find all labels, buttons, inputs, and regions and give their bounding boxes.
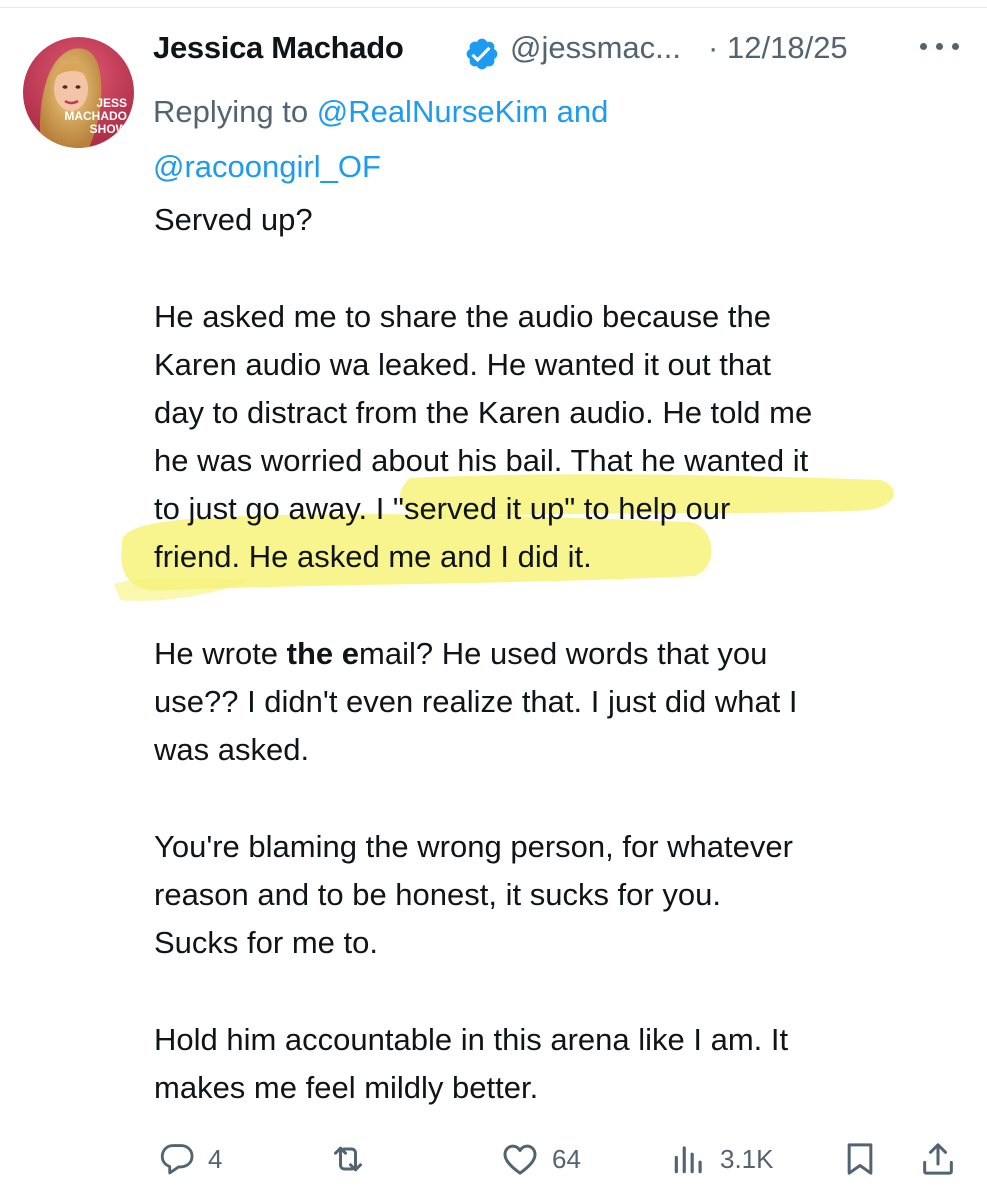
tweet-line: Hold him accountable in this arena like … — [154, 1022, 789, 1057]
tweet-paragraph: He wrote the email? He used words that y… — [154, 630, 969, 774]
tweet-paragraph: You're blaming the wrong person, for wha… — [154, 823, 969, 967]
views-count: 3.1K — [720, 1143, 774, 1174]
reply-count: 4 — [208, 1143, 223, 1174]
tweet-line: friend. He asked me and I did it. — [154, 539, 592, 574]
tweet-line: to just go away. I "served it up" to hel… — [154, 491, 731, 526]
tweet-text: He wrote — [154, 636, 287, 671]
mention-link[interactable]: @racoongirl_OF — [153, 149, 381, 184]
tweet-line: use?? I didn't even realize that. I just… — [154, 684, 798, 719]
like-count: 64 — [552, 1143, 581, 1174]
repost-button[interactable] — [328, 1134, 368, 1184]
action-bar: 4 64 3.1K — [0, 1134, 987, 1184]
views-button[interactable]: 3.1K — [670, 1134, 774, 1184]
avatar-text-3: SHOW — [90, 122, 128, 136]
tweet-line: He asked me to share the audio because t… — [154, 299, 771, 334]
share-button[interactable] — [918, 1134, 958, 1184]
tweet-line: day to distract from the Karen audio. He… — [154, 395, 813, 430]
reply-button[interactable]: 4 — [158, 1134, 222, 1184]
avatar-text-2: MACHADO — [64, 109, 127, 123]
share-icon — [918, 1139, 958, 1179]
verified-badge-icon[interactable] — [464, 36, 500, 72]
more-horizontal-icon[interactable] — [920, 40, 964, 54]
tweet-line: Sucks for me to. — [154, 925, 378, 960]
tweet-line: he was worried about his bail. That he w… — [154, 443, 809, 478]
avatar-image: JESS MACHADO SHOW — [23, 37, 134, 148]
tweet-header: Jessica Machado @jessmac... · 12/18/25 — [153, 28, 953, 80]
bookmark-button[interactable] — [840, 1134, 880, 1184]
author-name[interactable]: Jessica Machado — [153, 30, 404, 66]
tweet-line: was asked. — [154, 732, 310, 767]
tweet-line: You're blaming the wrong person, for wha… — [154, 829, 793, 864]
author-handle[interactable]: @jessmac... — [510, 30, 681, 66]
top-divider — [0, 7, 987, 8]
repost-icon — [328, 1139, 368, 1179]
replying-conjunction: and — [548, 94, 609, 129]
tweet-text: mail? He used words that you — [359, 636, 768, 671]
mention-link[interactable]: @RealNurseKim — [317, 94, 548, 129]
reply-icon — [158, 1140, 196, 1178]
bookmark-icon — [840, 1139, 880, 1179]
avatar-text-1: JESS — [96, 96, 127, 110]
views-icon — [670, 1140, 708, 1178]
meta-separator: · — [708, 30, 719, 65]
tweet-paragraph: He asked me to share the audio because t… — [154, 293, 969, 581]
replying-prefix: Replying to — [153, 94, 317, 129]
like-button[interactable]: 64 — [500, 1134, 581, 1184]
bold-text: the e — [286, 636, 360, 671]
tweet-line: Karen audio wa leaked. He wanted it out … — [154, 347, 771, 382]
tweet-paragraph: Hold him accountable in this arena like … — [154, 1016, 969, 1112]
tweet-date[interactable]: 12/18/25 — [727, 30, 848, 66]
tweet-body: Served up? He asked me to share the audi… — [154, 196, 969, 1112]
tweet-paragraph: Served up? — [154, 202, 313, 237]
replying-to: Replying to @RealNurseKim and @racoongir… — [153, 84, 913, 194]
tweet-line: makes me feel mildly better. — [154, 1070, 539, 1105]
avatar[interactable]: JESS MACHADO SHOW — [23, 37, 134, 148]
tweet-line: reason and to be honest, it sucks for yo… — [154, 877, 721, 912]
heart-icon — [500, 1139, 540, 1179]
